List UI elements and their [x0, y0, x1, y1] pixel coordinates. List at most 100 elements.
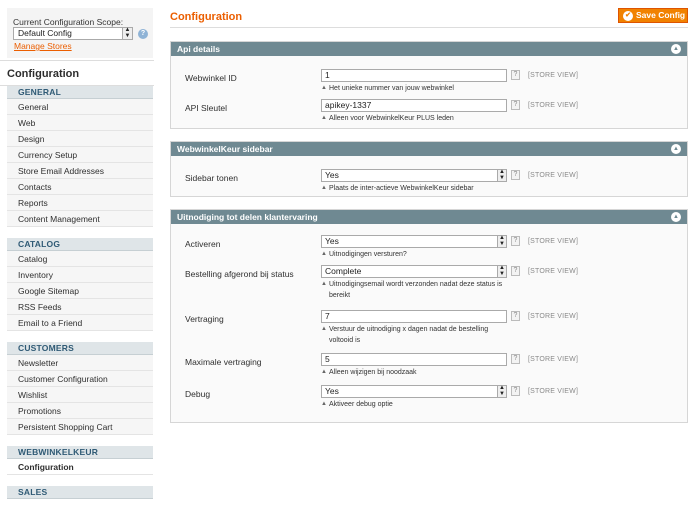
- field-value: Complete: [325, 266, 362, 276]
- save-config-button[interactable]: ✔ Save Config: [618, 8, 688, 23]
- help-icon[interactable]: ?: [511, 311, 520, 321]
- sidebar-gap: [7, 331, 153, 342]
- sidebar-section-customers[interactable]: CUSTOMERS: [7, 342, 153, 355]
- sidebar-item[interactable]: Configuration: [7, 459, 153, 475]
- sidebar-item[interactable]: Web: [7, 115, 153, 131]
- config-sidebar: Current Configuration Scope: Default Con…: [0, 0, 154, 514]
- text-input[interactable]: 7: [321, 310, 507, 323]
- manage-stores-link[interactable]: Manage Stores: [14, 41, 72, 51]
- help-icon[interactable]: ?: [511, 236, 520, 246]
- field-label: Debug: [185, 389, 211, 399]
- help-icon[interactable]: ?: [138, 29, 148, 39]
- sidebar-item[interactable]: Newsletter: [7, 355, 153, 371]
- field-value: Yes: [325, 170, 339, 180]
- collapse-icon[interactable]: ▲: [671, 212, 681, 222]
- note-text: Plaats de inter-actieve WebwinkelKeur si…: [329, 185, 474, 192]
- sidebar-item[interactable]: Google Sitemap: [7, 283, 153, 299]
- sidebar-item[interactable]: Email to a Friend: [7, 315, 153, 331]
- field-note: ▲ Het unieke nummer van jouw webwinkel: [321, 83, 507, 94]
- scope-tag: [STORE VIEW]: [528, 172, 579, 179]
- note-text: Verstuur de uitnodiging x dagen nadat de…: [329, 326, 489, 344]
- sidebar-gap: [7, 227, 153, 238]
- sidebar-item[interactable]: Currency Setup: [7, 147, 153, 163]
- scope-select-value: Default Config: [18, 28, 72, 38]
- sidebar-item[interactable]: Reports: [7, 195, 153, 211]
- fieldset-title: Uitnodiging tot delen klantervaring: [177, 212, 318, 222]
- sidebar-item[interactable]: Store Email Addresses: [7, 163, 153, 179]
- scope-tag: [STORE VIEW]: [528, 356, 579, 363]
- help-icon[interactable]: ?: [511, 354, 520, 364]
- scope-select[interactable]: Default Config ▲ ▼: [13, 27, 133, 40]
- field-label: Vertraging: [185, 314, 224, 324]
- fieldset-header[interactable]: Api details ▲: [171, 42, 687, 56]
- field-label: Webwinkel ID: [185, 73, 237, 83]
- sidebar-item[interactable]: Design: [7, 131, 153, 147]
- fieldset: Api details ▲ Webwinkel ID 1? [STORE VIEW] ▲ H…: [170, 41, 688, 129]
- collapse-icon[interactable]: ▲: [671, 144, 681, 154]
- field-value: 5: [325, 354, 330, 364]
- note-arrow-icon: ▲: [321, 251, 327, 257]
- select-field[interactable]: Yes ▲ ▼: [321, 235, 507, 248]
- note-text: Aktiveer debug optie: [329, 401, 393, 408]
- scope-tag: [STORE VIEW]: [528, 313, 579, 320]
- sidebar-item[interactable]: Catalog: [7, 251, 153, 267]
- text-input[interactable]: 1: [321, 69, 507, 82]
- sidebar-item[interactable]: Customer Configuration: [7, 371, 153, 387]
- field-value: Yes: [325, 236, 339, 246]
- help-icon[interactable]: ?: [511, 100, 520, 110]
- sidebar-item[interactable]: Inventory: [7, 267, 153, 283]
- page-title: Configuration: [170, 11, 243, 23]
- fieldset-header[interactable]: Uitnodiging tot delen klantervaring ▲: [171, 210, 687, 224]
- help-icon[interactable]: ?: [511, 70, 520, 80]
- note-text: Alleen voor WebwinkelKeur PLUS leden: [329, 115, 454, 122]
- sidebar-item[interactable]: Content Management: [7, 211, 153, 227]
- help-icon[interactable]: ?: [511, 266, 520, 276]
- scope-tag: [STORE VIEW]: [528, 102, 579, 109]
- sidebar-section-webwinkelkeur[interactable]: WEBWINKELKEUR: [7, 446, 153, 459]
- select-field[interactable]: Yes ▲ ▼: [321, 169, 507, 182]
- help-icon[interactable]: ?: [511, 170, 520, 180]
- help-icon[interactable]: ?: [511, 386, 520, 396]
- select-arrows-icon: ▲ ▼: [122, 27, 132, 39]
- sidebar-item[interactable]: Persistent Shopping Cart: [7, 419, 153, 435]
- field-value: apikey-1337: [325, 100, 372, 110]
- text-input[interactable]: apikey-1337: [321, 99, 507, 112]
- scope-tag: [STORE VIEW]: [528, 72, 579, 79]
- save-config-label: Save Config: [636, 10, 686, 20]
- field-note: ▲ Alleen wijzigen bij noodzaak: [321, 367, 507, 378]
- note-text: Uitnodigingsemail wordt verzonden nadat …: [329, 281, 503, 299]
- note-arrow-icon: ▲: [321, 281, 327, 287]
- scope-label: Current Configuration Scope:: [13, 17, 124, 27]
- fieldset-header[interactable]: WebwinkelKeur sidebar ▲: [171, 142, 687, 156]
- select-arrows-icon: ▲ ▼: [497, 385, 506, 397]
- field-value: 7: [325, 311, 330, 321]
- select-arrows-icon: ▲ ▼: [497, 169, 506, 181]
- field-value: Yes: [325, 386, 339, 396]
- field-value: 1: [325, 70, 330, 80]
- text-input[interactable]: 5: [321, 353, 507, 366]
- sidebar-section-sales[interactable]: SALES: [7, 486, 153, 499]
- select-field[interactable]: Yes ▲ ▼: [321, 385, 507, 398]
- scope-tag: [STORE VIEW]: [528, 388, 579, 395]
- sidebar-section-catalog[interactable]: CATALOG: [7, 238, 153, 251]
- field-note: ▲ Uitnodigingen versturen?: [321, 249, 507, 260]
- field-label: Activeren: [185, 239, 221, 249]
- note-arrow-icon: ▲: [321, 401, 327, 407]
- sidebar-item[interactable]: Contacts: [7, 179, 153, 195]
- checkmark-icon: ✔: [623, 11, 633, 21]
- note-arrow-icon: ▲: [321, 115, 327, 121]
- collapse-icon[interactable]: ▲: [671, 44, 681, 54]
- note-arrow-icon: ▲: [321, 85, 327, 91]
- note-arrow-icon: ▲: [321, 185, 327, 191]
- note-text: Uitnodigingen versturen?: [329, 251, 407, 258]
- field-label: Sidebar tonen: [185, 173, 238, 183]
- sidebar-item[interactable]: General: [7, 99, 153, 115]
- select-field[interactable]: Complete ▲ ▼: [321, 265, 507, 278]
- sidebar-item[interactable]: Wishlist: [7, 387, 153, 403]
- sidebar-section-general[interactable]: GENERAL: [7, 86, 153, 99]
- sidebar-item[interactable]: RSS Feeds: [7, 299, 153, 315]
- sidebar-item[interactable]: Promotions: [7, 403, 153, 419]
- select-arrows-icon: ▲ ▼: [497, 235, 506, 247]
- fieldset: WebwinkelKeur sidebar ▲ Sidebar tonen Yes ▲ ▼…: [170, 141, 688, 197]
- field-label: Bestelling afgerond bij status: [185, 269, 294, 279]
